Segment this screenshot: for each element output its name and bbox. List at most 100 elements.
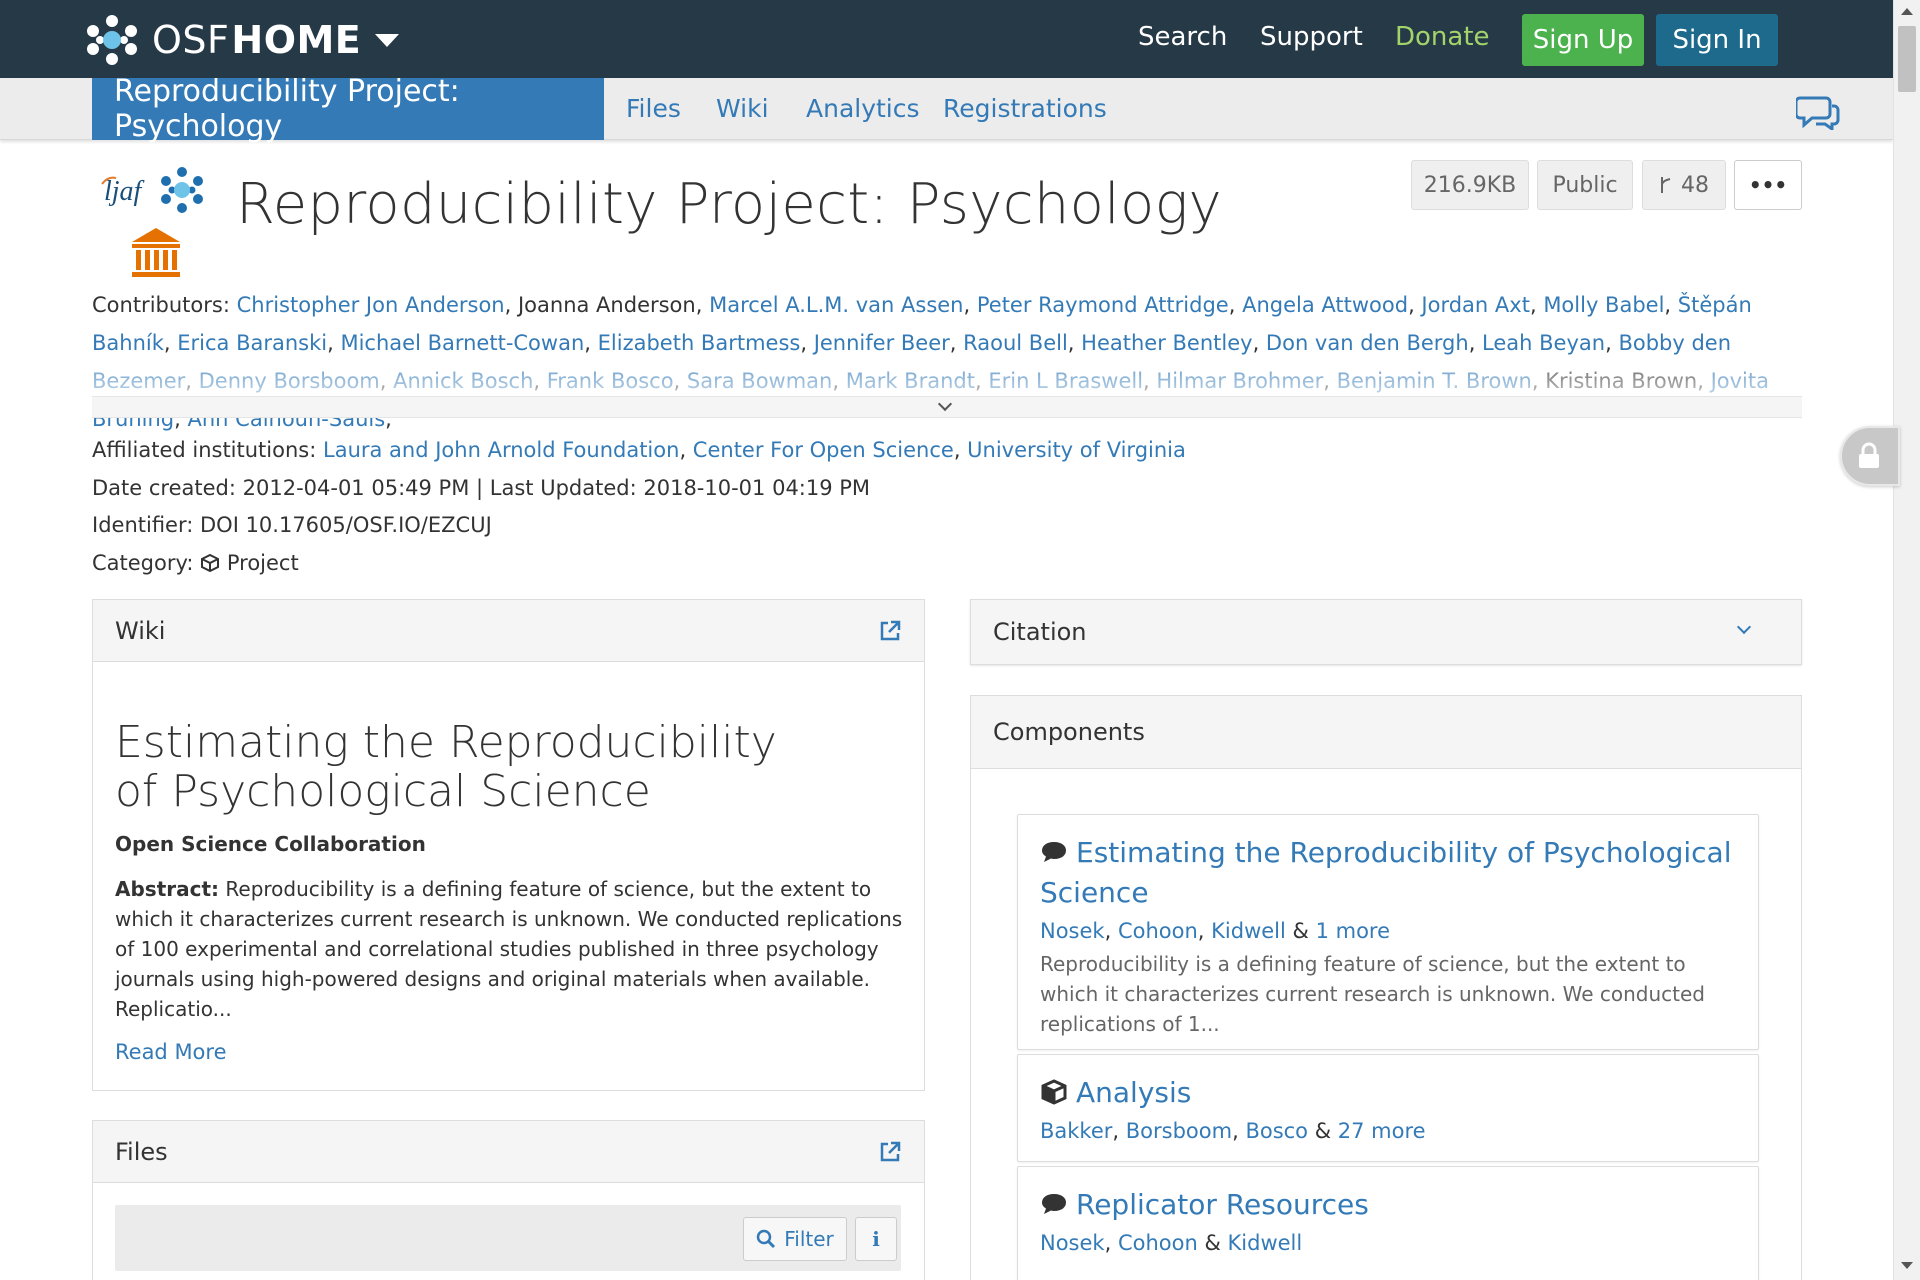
component-card[interactable]: Analysis Bakker, Borsboom, Bosco & 27 mo… [1017, 1054, 1759, 1162]
scroll-up-arrow-icon[interactable] [1901, 8, 1913, 15]
date-separator: | [476, 476, 484, 500]
contributor-name[interactable]: Jennifer Beer [814, 331, 950, 355]
author-link[interactable]: Cohoon [1118, 1231, 1198, 1255]
component-title-text: Analysis [1076, 1076, 1192, 1109]
components-panel-title: Components [993, 718, 1145, 746]
contributors-label: Contributors: [92, 293, 230, 317]
author-link[interactable]: Bosco [1245, 1119, 1308, 1143]
chevron-down-icon[interactable] [1736, 619, 1752, 635]
component-authors: Nosek, Cohoon, Kidwell & 1 more [1040, 919, 1391, 943]
components-panel-header: Components [971, 696, 1801, 769]
author-link[interactable]: Borsboom [1126, 1119, 1232, 1143]
privacy-lock-tab[interactable] [1840, 426, 1900, 486]
contributor-name[interactable]: Peter Raymond Attridge [977, 293, 1229, 317]
contributor-name[interactable]: Heather Bentley [1081, 331, 1252, 355]
contributor-name[interactable]: Marcel A.L.M. van Assen [709, 293, 963, 317]
category-label: Category: [92, 551, 194, 575]
contributor-name[interactable]: Raoul Bell [963, 331, 1068, 355]
contributors-fade-overlay [92, 362, 1802, 400]
project-nav-home-tab[interactable]: Reproducibility Project: Psychology [92, 74, 604, 144]
contributor-name[interactable]: Christopher Jon Anderson [237, 293, 505, 317]
last-updated-label: Last Updated: [489, 476, 637, 500]
search-icon [756, 1229, 776, 1249]
scroll-down-arrow-icon[interactable] [1901, 1262, 1913, 1269]
caret-down-icon[interactable] [375, 33, 400, 47]
project-navbar: Reproducibility Project: Psychology File… [0, 74, 1893, 144]
external-link-icon[interactable] [878, 619, 902, 643]
author-link[interactable]: Kidwell [1228, 1231, 1303, 1255]
date-created: 2012-04-01 05:49 PM [242, 476, 470, 500]
tab-files[interactable]: Files [626, 94, 681, 123]
chevron-down-icon [937, 396, 953, 412]
project-dates: Date created: 2012-04-01 05:49 PM | Last… [92, 476, 870, 500]
wiki-article-title: Estimating the Reproducibility of Psycho… [115, 717, 777, 817]
forks-button[interactable]: 48 [1642, 160, 1726, 210]
more-options-button[interactable]: ••• [1734, 160, 1802, 210]
filter-button[interactable]: Filter [743, 1217, 847, 1261]
sign-up-button[interactable]: Sign Up [1522, 14, 1644, 66]
more-authors-link[interactable]: 1 more [1316, 919, 1390, 943]
institution-logos: ljaf [101, 167, 203, 277]
component-title[interactable]: Replicator Resources [1040, 1185, 1740, 1225]
author-link[interactable]: Bakker [1040, 1119, 1112, 1143]
external-link-icon[interactable] [878, 1140, 902, 1164]
nav-support-link[interactable]: Support [1260, 22, 1363, 52]
component-card[interactable]: Replicator Resources Nosek, Cohoon & Kid… [1017, 1166, 1759, 1280]
affiliations-label: Affiliated institutions: [92, 438, 317, 462]
nav-search-link[interactable]: Search [1138, 22, 1227, 52]
contributor-name[interactable]: Jordan Axt [1421, 293, 1530, 317]
osf-home-brand[interactable]: OSF HOME [84, 14, 400, 66]
affiliation-link-uva[interactable]: University of Virginia [967, 438, 1186, 462]
component-title[interactable]: Analysis [1040, 1073, 1740, 1113]
abstract-text: Reproducibility is a defining feature of… [115, 877, 903, 1021]
author-link[interactable]: Nosek [1040, 919, 1105, 943]
tab-registrations[interactable]: Registrations [943, 94, 1107, 123]
citation-panel-title: Citation [993, 618, 1087, 646]
author-link[interactable]: Cohoon [1118, 919, 1198, 943]
forks-count: 48 [1681, 172, 1709, 198]
comment-icon [1042, 842, 1066, 862]
contributor-name[interactable]: Don van den Bergh [1266, 331, 1469, 355]
affiliation-link-cos[interactable]: Center For Open Science [693, 438, 954, 462]
files-panel: Files Filter i [92, 1120, 925, 1280]
wiki-article-author: Open Science Collaboration [115, 832, 426, 856]
nav-donate-link[interactable]: Donate [1395, 22, 1490, 52]
abstract-label: Abstract: [115, 877, 220, 901]
component-card[interactable]: Estimating the Reproducibility of Psycho… [1017, 814, 1759, 1050]
category-value: Project [226, 551, 299, 575]
tab-wiki[interactable]: Wiki [716, 94, 769, 123]
more-authors-link[interactable]: 27 more [1338, 1119, 1426, 1143]
contributor-name[interactable]: Michael Barnett-Cowan [340, 331, 584, 355]
contributor-name[interactable]: Leah Beyan [1482, 331, 1605, 355]
identifier-label: Identifier: [92, 513, 194, 537]
project-title: Reproducibility Project: Psychology [236, 172, 1222, 237]
read-more-link[interactable]: Read More [115, 1040, 227, 1064]
brand-osf: OSF [152, 18, 230, 62]
info-button[interactable]: i [855, 1217, 897, 1261]
author-link[interactable]: Nosek [1040, 1231, 1105, 1255]
files-panel-header: Files [93, 1121, 924, 1183]
cube-icon [201, 553, 220, 573]
date-created-label: Date created: [92, 476, 236, 500]
citation-panel[interactable]: Citation [970, 599, 1802, 665]
comments-icon[interactable] [1796, 94, 1840, 130]
project-category: Category: Project [92, 551, 299, 575]
component-title[interactable]: Estimating the Reproducibility of Psycho… [1040, 833, 1740, 913]
contributor-name[interactable]: Angela Attwood [1242, 293, 1408, 317]
tab-analytics[interactable]: Analytics [806, 94, 920, 123]
citation-panel-header[interactable]: Citation [971, 600, 1801, 664]
component-description: Reproducibility is a defining feature of… [1040, 952, 1705, 1036]
contributor-name[interactable]: Elizabeth Bartmess [598, 331, 801, 355]
contributor-name[interactable]: Molly Babel [1543, 293, 1664, 317]
osf-logo-icon [87, 15, 137, 65]
affiliation-link-arnold[interactable]: Laura and John Arnold Foundation [323, 438, 679, 462]
scrollbar-thumb[interactable] [1898, 26, 1916, 92]
sign-in-button[interactable]: Sign In [1656, 14, 1778, 66]
page-scrollbar[interactable] [1893, 0, 1920, 1280]
expand-contributors-bar[interactable] [92, 396, 1802, 418]
lock-icon [1859, 442, 1879, 468]
components-panel: Components Estimating the Reproducibilit… [970, 695, 1802, 1280]
author-link[interactable]: Kidwell [1211, 919, 1286, 943]
filter-label: Filter [784, 1227, 834, 1251]
contributor-name[interactable]: Erica Baranski [177, 331, 327, 355]
